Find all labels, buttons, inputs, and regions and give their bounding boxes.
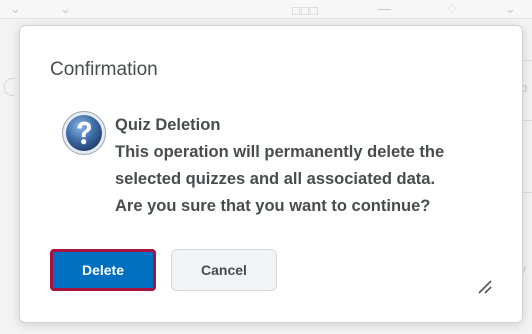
message-heading: Quiz Deletion (115, 116, 221, 134)
background-control (4, 78, 15, 96)
dialog-title: Confirmation (50, 59, 158, 80)
background-icon: ⌄ (505, 1, 516, 16)
confirmation-dialog: Confirmation Quiz Deletion This operatio… (19, 25, 523, 323)
background-icon: ⌄ (60, 1, 71, 16)
resize-handle-icon[interactable] (475, 277, 493, 295)
message-line: This operation will permanently delete t… (115, 143, 445, 161)
message-line: selected quizzes and all associated data… (115, 170, 436, 188)
question-icon (61, 110, 107, 156)
message-line: Are you sure that you want to continue? (115, 197, 431, 215)
dialog-message: Quiz Deletion This operation will perman… (115, 112, 444, 220)
delete-button[interactable]: Delete (50, 249, 156, 291)
background-icon: ⌄ (10, 1, 21, 16)
background-icon: ♢ (446, 1, 458, 16)
cancel-button[interactable]: Cancel (171, 249, 277, 291)
background-icon: ⎯⎯ (378, 1, 391, 16)
background-grid-icon: □□□ (292, 3, 319, 18)
